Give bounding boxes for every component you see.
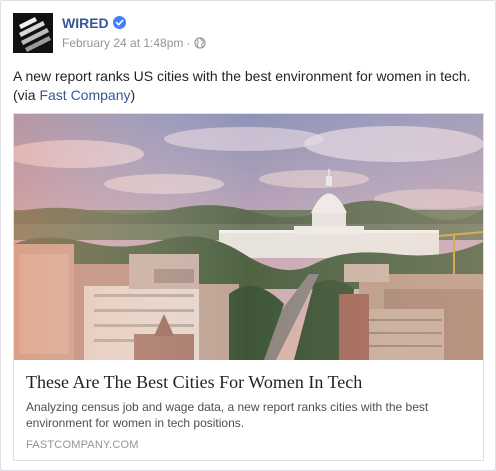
link-title[interactable]: These Are The Best Cities For Women In T…	[26, 371, 471, 393]
post-message: A new report ranks US cities with the be…	[13, 67, 485, 105]
link-preview-body: These Are The Best Cities For Women In T…	[14, 360, 483, 460]
message-end: )	[130, 87, 136, 103]
link-source-domain: FASTCOMPANY.COM	[26, 439, 139, 451]
link-preview-image[interactable]	[14, 114, 483, 360]
wired-logo-icon	[13, 13, 53, 53]
link-preview-card[interactable]: These Are The Best Cities For Women In T…	[13, 113, 484, 461]
post-timestamp[interactable]: February 24 at 1:48pm	[62, 36, 183, 50]
facebook-post: WIRED February 24 at 1:48pm · A new repor…	[0, 0, 496, 471]
globe-icon[interactable]	[194, 37, 207, 49]
capitol-skyline-image	[14, 114, 483, 360]
post-meta: February 24 at 1:48pm ·	[62, 36, 207, 50]
message-link-fast-company[interactable]: Fast Company	[39, 87, 130, 103]
page-name[interactable]: WIRED	[62, 15, 109, 31]
page-avatar[interactable]	[13, 13, 53, 53]
post-header: WIRED February 24 at 1:48pm ·	[13, 13, 483, 55]
link-description: Analyzing census job and wage data, a ne…	[26, 400, 429, 430]
verified-badge-icon	[113, 16, 126, 29]
meta-separator: ·	[186, 36, 191, 50]
